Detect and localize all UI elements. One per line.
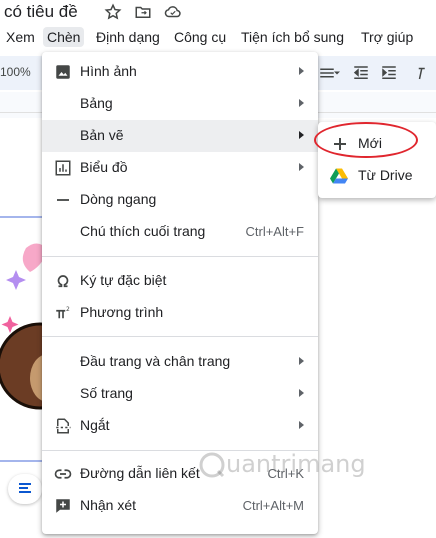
menu-bar: Xem Chèn Định dạng Công cụ Tiện ích bổ s…: [0, 24, 436, 50]
shortcut-label: Ctrl+Alt+F: [245, 224, 304, 239]
watermark-text: uantrimang: [226, 450, 366, 478]
insert-page-numbers-item[interactable]: Số trang: [42, 378, 318, 410]
clear-format-icon[interactable]: [416, 64, 426, 82]
menu-item-label: Bảng: [80, 95, 113, 111]
comment-add-icon: [56, 499, 70, 513]
star-icon[interactable]: [104, 3, 122, 21]
menu-item-label: Ngắt: [80, 417, 110, 433]
google-drive-icon: [330, 168, 348, 184]
menu-item-label: Hình ảnh: [80, 63, 137, 79]
menu-format[interactable]: Định dạng: [92, 27, 164, 47]
submenu-arrow-icon: [299, 357, 304, 365]
insert-image-item[interactable]: Hình ảnh: [42, 56, 318, 88]
menu-item-label: Đầu trang và chân trang: [80, 353, 231, 369]
insert-special-chars-item[interactable]: Ký tự đặc biệt: [42, 265, 318, 297]
submenu-arrow-icon: [299, 131, 304, 139]
document-title[interactable]: có tiêu đề: [4, 2, 78, 22]
insert-comment-item[interactable]: Nhận xét Ctrl+Alt+M: [42, 490, 318, 522]
omega-icon: [57, 275, 69, 288]
menu-insert[interactable]: Chèn: [43, 27, 85, 47]
shortcut-label: Ctrl+Alt+M: [242, 498, 304, 513]
menu-item-label: Nhận xét: [80, 497, 137, 513]
submenu-arrow-icon: [299, 389, 304, 397]
svg-text:2: 2: [66, 306, 70, 313]
insert-drawing-item[interactable]: Bản vẽ: [42, 120, 318, 152]
move-to-folder-icon[interactable]: [134, 3, 152, 21]
horizontal-line-icon: [57, 199, 69, 201]
zoom-select[interactable]: 100%: [0, 65, 31, 79]
insert-equation-item[interactable]: 2 Phương trình: [42, 297, 318, 329]
watermark: uantrimang: [198, 450, 366, 479]
submenu-arrow-icon: [299, 99, 304, 107]
image-icon: [56, 65, 70, 79]
menu-item-label: Ký tự đặc biệt: [80, 272, 167, 288]
submenu-arrow-icon: [299, 163, 304, 171]
insert-footnote-item[interactable]: Chú thích cuối trang Ctrl+Alt+F: [42, 216, 318, 248]
menu-item-label: Từ Drive: [358, 167, 413, 183]
insert-table-item[interactable]: Bảng: [42, 88, 318, 120]
submenu-arrow-icon: [299, 67, 304, 75]
chevron-down-icon[interactable]: [332, 64, 342, 82]
outline-toggle-button[interactable]: [8, 474, 42, 504]
menu-item-label: Chú thích cuối trang: [80, 223, 206, 239]
menu-item-label: Dòng ngang: [80, 191, 157, 207]
pi-icon: 2: [56, 306, 70, 319]
menu-addons[interactable]: Tiện ích bổ sung: [237, 27, 348, 47]
outline-icon: [19, 483, 31, 493]
insert-horizontal-line-item[interactable]: Dòng ngang: [42, 184, 318, 216]
insert-break-item[interactable]: Ngắt: [42, 410, 318, 442]
highlight-annotation-oval: [314, 122, 418, 158]
submenu-arrow-icon: [299, 421, 304, 429]
menu-divider: [42, 336, 318, 337]
menu-item-label: Bản vẽ: [80, 127, 124, 143]
decrease-indent-icon[interactable]: [352, 64, 370, 82]
page-break-icon: [56, 418, 71, 434]
menu-item-label: Biểu đồ: [80, 159, 128, 175]
insert-chart-item[interactable]: Biểu đồ: [42, 152, 318, 184]
increase-indent-icon[interactable]: [380, 64, 398, 82]
insert-header-footer-item[interactable]: Đầu trang và chân trang: [42, 346, 318, 378]
menu-item-label: Phương trình: [80, 304, 164, 320]
watermark-logo-icon: [199, 452, 225, 478]
menu-item-label: Đường dẫn liên kết: [80, 465, 200, 481]
menu-divider: [42, 256, 318, 257]
link-icon: [54, 469, 72, 479]
menu-help[interactable]: Trợ giúp: [357, 27, 417, 47]
menu-view[interactable]: Xem: [2, 27, 39, 47]
chart-icon: [55, 160, 71, 176]
menu-item-label: Số trang: [80, 385, 133, 401]
drawing-from-drive-item[interactable]: Từ Drive: [318, 160, 436, 192]
title-row: có tiêu đề: [0, 0, 436, 24]
menu-tools[interactable]: Công cụ: [170, 27, 230, 47]
cloud-saved-icon[interactable]: [164, 3, 182, 21]
